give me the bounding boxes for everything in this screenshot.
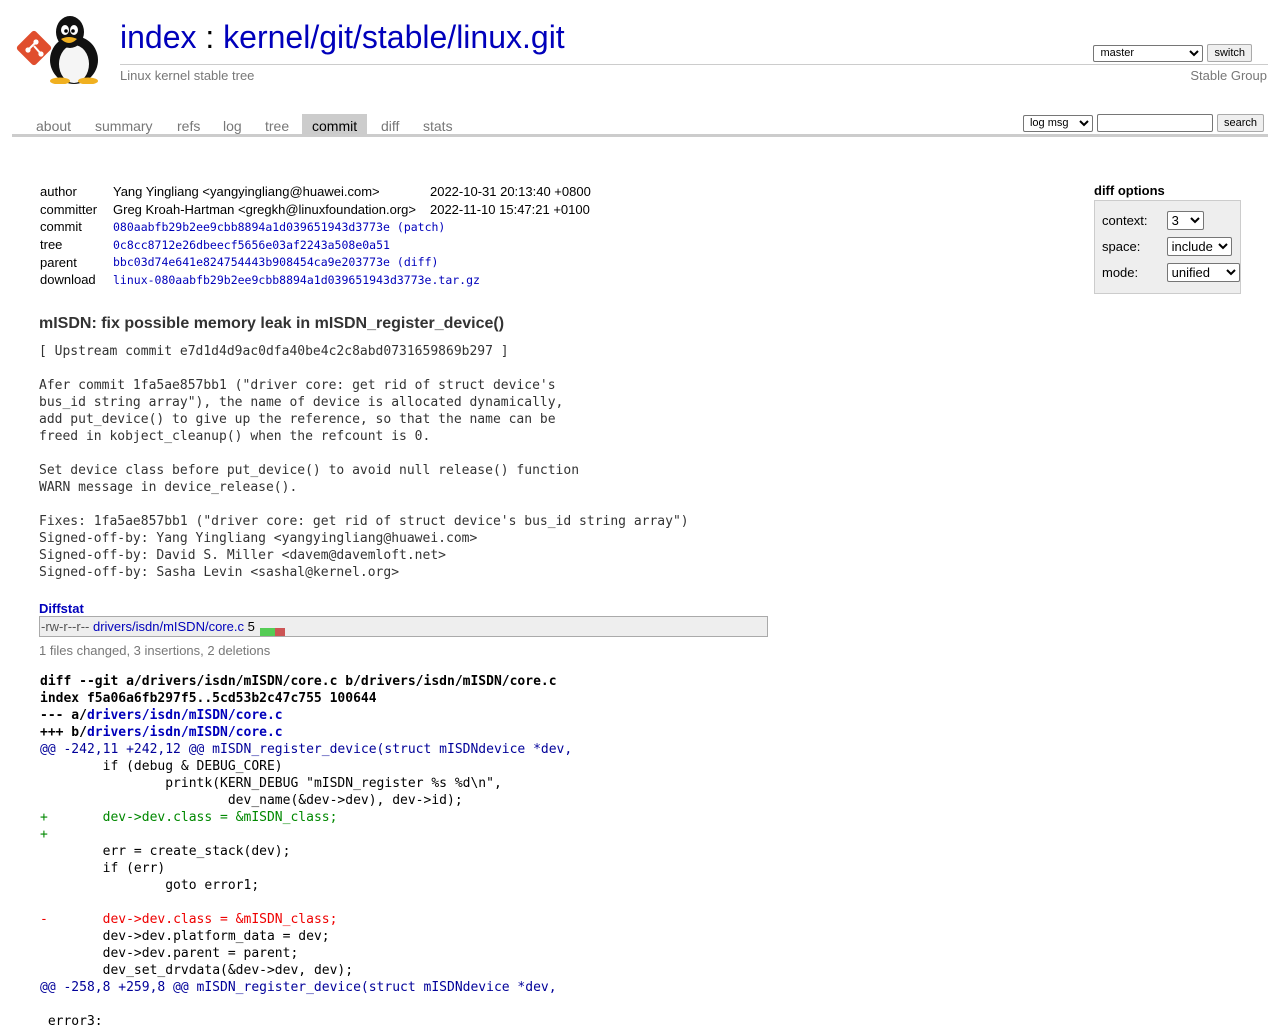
diffstat-graph xyxy=(260,624,286,636)
diff-context-line xyxy=(40,997,48,1012)
tab-refs[interactable]: refs xyxy=(167,114,210,134)
patch-link[interactable]: (patch) xyxy=(397,220,445,234)
diff-view: diff --git a/drivers/isdn/mISDN/core.c b… xyxy=(40,673,572,1030)
diffstat-summary: 1 files changed, 3 insertions, 2 deletio… xyxy=(39,643,271,658)
tab-about[interactable]: about xyxy=(26,114,81,134)
search-input[interactable] xyxy=(1096,114,1213,132)
diff-context-line: dev_name(&dev->dev), dev->id); xyxy=(40,793,463,808)
diffstat-file-link[interactable]: drivers/isdn/mISDN/core.c xyxy=(93,619,244,634)
commit-info-table: author Yang Yingliang <yangyingliang@hua… xyxy=(40,183,591,289)
tab-stats[interactable]: stats xyxy=(413,114,463,134)
context-label: context: xyxy=(1102,213,1148,228)
diff-context-line: dev_set_drvdata(&dev->dev, dev); xyxy=(40,963,354,978)
commit-label: commit xyxy=(40,219,82,235)
mode-label: mode: xyxy=(1102,265,1139,280)
committer-label: committer xyxy=(40,201,98,217)
tux-git-logo-icon xyxy=(16,16,98,85)
repo-link[interactable]: kernel/git/stable/linux.git xyxy=(223,19,565,55)
diff-context-line: dev->dev.platform_data = dev; xyxy=(40,929,330,944)
mode-select[interactable]: unified xyxy=(1166,263,1240,282)
diffstat-heading[interactable]: Diffstat xyxy=(39,601,84,616)
diff-header-minus: --- a/drivers/isdn/mISDN/core.c xyxy=(40,708,283,723)
diffstat-table: -rw-r--r-- drivers/isdn/mISDN/core.c 5 xyxy=(39,616,768,637)
branch-select[interactable]: master xyxy=(1093,44,1204,62)
diff-lines: @@ -242,11 +242,12 @@ mISDN_register_dev… xyxy=(40,742,572,1029)
tab-diff[interactable]: diff xyxy=(371,114,409,134)
diff-options-panel: diff options context: 3 space: include m… xyxy=(1094,183,1241,294)
author-label: author xyxy=(40,184,77,200)
diff-added-line: + xyxy=(40,827,48,842)
author-date: 2022-10-31 20:13:40 +0800 xyxy=(429,184,591,200)
commit-row: commit 080aabfb29b2ee9cbb8894a1d03965194… xyxy=(40,218,591,236)
diffstat-changes: 5 xyxy=(247,619,255,634)
tree-hash-link[interactable]: 0c8cc8712e26dbeecf5656e03af2243a508e0a51 xyxy=(113,238,390,252)
diff-context-line: error3: xyxy=(40,1014,103,1029)
switch-button[interactable]: switch xyxy=(1207,44,1252,62)
diff-context-line: goto error1; xyxy=(40,878,260,893)
deletions-bar xyxy=(275,627,286,636)
diff-context-line: dev->dev.parent = parent; xyxy=(40,946,299,961)
committer-row: committer Greg Kroah-Hartman <gregkh@lin… xyxy=(40,201,591,219)
tab-tree[interactable]: tree xyxy=(255,114,299,134)
parent-row: parent bbc03d74e641e824754443b908454ca9e… xyxy=(40,253,591,271)
diff-header-index: index f5a06a6fb297f5..5cd53b2c47c755 100… xyxy=(40,691,377,706)
diff-context-line: printk(KERN_DEBUG "mISDN_register %s %d\… xyxy=(40,776,502,791)
header-divider xyxy=(120,64,1268,65)
download-label: download xyxy=(40,272,96,288)
diff-header-git: diff --git a/drivers/isdn/mISDN/core.c b… xyxy=(40,674,557,689)
parent-diff-link[interactable]: (diff) xyxy=(397,255,439,269)
insertions-bar xyxy=(260,627,276,636)
file-mode: -rw-r--r-- xyxy=(41,619,90,634)
diff-options-box: context: 3 space: include mode: unified xyxy=(1094,200,1241,294)
space-select[interactable]: include xyxy=(1166,237,1232,256)
diff-context-line xyxy=(40,895,48,910)
page-title: index : kernel/git/stable/linux.git xyxy=(120,17,565,57)
diff-options-heading: diff options xyxy=(1094,183,1165,198)
search-form: log msg search xyxy=(1022,114,1264,132)
minus-file-link[interactable]: drivers/isdn/mISDN/core.c xyxy=(87,708,283,723)
plus-prefix: +++ b/ xyxy=(40,725,87,740)
tab-log[interactable]: log xyxy=(213,114,252,134)
diff-context-line: err = create_stack(dev); xyxy=(40,844,291,859)
tab-commit[interactable]: commit xyxy=(302,114,368,134)
diff-header-plus: +++ b/drivers/isdn/mISDN/core.c xyxy=(40,725,283,740)
branch-switch-form: master switch xyxy=(1093,44,1252,62)
commit-message: [ Upstream commit e7d1d4d9ac0dfa40be4c2c… xyxy=(39,344,689,580)
committer-date: 2022-11-10 15:47:21 +0100 xyxy=(429,201,590,217)
index-link[interactable]: index xyxy=(120,19,197,55)
committer-value: Greg Kroah-Hartman <gregkh@linuxfoundati… xyxy=(113,201,416,217)
commit-hash-link[interactable]: 080aabfb29b2ee9cbb8894a1d039651943d3773e xyxy=(113,220,390,234)
context-select[interactable]: 3 xyxy=(1166,211,1204,230)
search-button[interactable]: search xyxy=(1216,114,1264,132)
download-row: download linux-080aabfb29b2ee9cbb8894a1d… xyxy=(40,271,591,289)
space-label: space: xyxy=(1102,239,1141,254)
search-mode-select[interactable]: log msg xyxy=(1022,114,1093,132)
diff-removed-line: - dev->dev.class = &mISDN_class; xyxy=(40,912,338,927)
diff-hunk-header: @@ -242,11 +242,12 @@ mISDN_register_dev… xyxy=(40,742,573,757)
author-value: Yang Yingliang <yangyingliang@huawei.com… xyxy=(113,184,380,200)
download-link[interactable]: linux-080aabfb29b2ee9cbb8894a1d039651943… xyxy=(113,273,480,287)
parent-hash-link[interactable]: bbc03d74e641e824754443b908454ca9e203773e xyxy=(113,255,390,269)
diff-hunk-header: @@ -258,8 +259,8 @@ mISDN_register_devic… xyxy=(40,980,557,995)
tree-row: tree 0c8cc8712e26dbeecf5656e03af2243a508… xyxy=(40,236,591,254)
diff-context-line: if (debug & DEBUG_CORE) xyxy=(40,759,283,774)
parent-label: parent xyxy=(40,254,77,270)
cgit-logo[interactable] xyxy=(14,12,110,85)
commit-subject: mISDN: fix possible memory leak in mISDN… xyxy=(39,315,505,332)
diff-added-line: + dev->dev.class = &mISDN_class; xyxy=(40,810,338,825)
repo-description: Linux kernel stable tree xyxy=(120,68,255,83)
diffstat-row: -rw-r--r-- drivers/isdn/mISDN/core.c 5 xyxy=(41,619,286,636)
title-separator: : xyxy=(196,19,224,55)
plus-file-link[interactable]: drivers/isdn/mISDN/core.c xyxy=(87,725,283,740)
author-row: author Yang Yingliang <yangyingliang@hua… xyxy=(40,183,591,201)
repo-owner[interactable]: Stable Group xyxy=(1190,68,1267,83)
tree-label: tree xyxy=(40,237,63,253)
minus-prefix: --- a/ xyxy=(40,708,87,723)
diff-context-line: if (err) xyxy=(40,861,166,876)
tab-summary[interactable]: summary xyxy=(85,114,163,134)
